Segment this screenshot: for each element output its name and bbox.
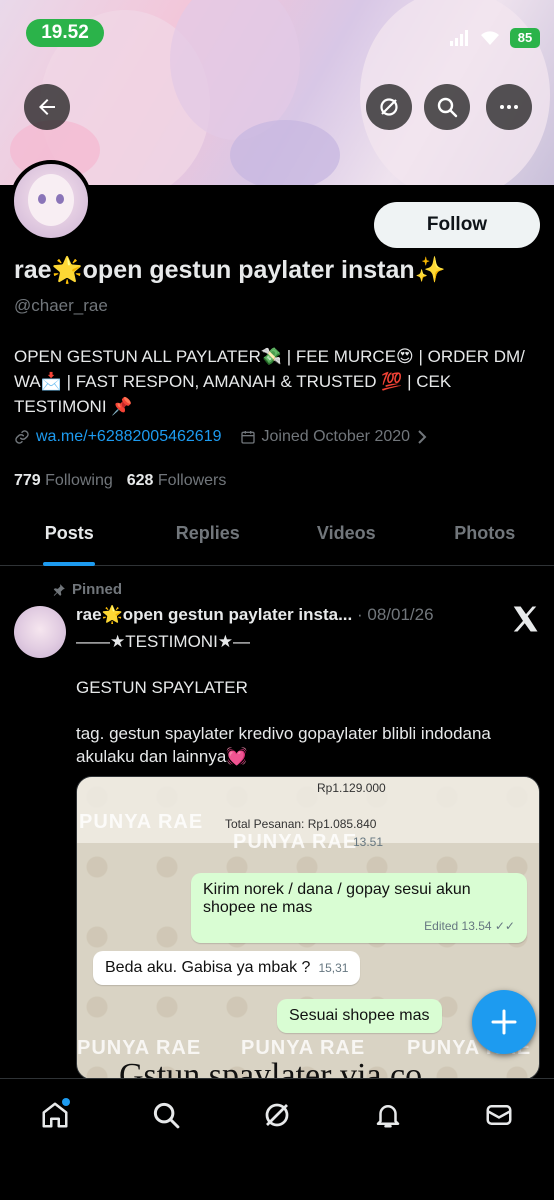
followers-label: Followers [157,472,227,489]
banner-art [230,120,340,185]
order-price: Rp1.129.000 [317,781,386,795]
message-text: Beda aku. Gabisa ya mbak ? [105,959,311,976]
message-incoming: Beda aku. Gabisa ya mbak ? 15,31 [93,951,361,985]
avatar-art [28,174,74,226]
message-text: Kirim norek / dana / gopay sesui akun sh… [203,881,471,916]
post-text: ——★TESTIMONI★— GESTUN SPAYLATER tag. ges… [76,630,544,791]
back-button[interactable] [24,84,70,130]
notification-dot [62,1097,71,1106]
profile-link[interactable]: wa.me/+62882005462619 [36,428,222,446]
plus-icon [491,1009,517,1035]
message-text: Sesuai shopee mas [289,1007,430,1024]
profile-meta: wa.me/+62882005462619 Joined October 202… [14,428,428,446]
profile-handle: @chaer_rae [14,296,108,315]
following-count: 779 [14,472,41,489]
watermark: PUNYA RAE [79,811,204,833]
nav-home[interactable] [30,1090,80,1140]
message-time: 13.51 [353,835,384,849]
search-icon [437,97,458,118]
followers-stat[interactable]: 628 Followers [127,472,227,490]
profile-bio: OPEN GESTUN ALL PAYLATER💸 | FEE MURCE😍 |… [14,347,525,416]
post-date: · 08/01/26 [356,605,434,624]
message-outgoing: Sesuai shopee mas [277,999,442,1033]
post-media[interactable]: Rp1.129.000 Total Pesanan: Rp1.085.840 1… [76,776,540,1080]
compose-button[interactable] [472,990,536,1054]
link-icon [15,430,29,444]
tab-posts[interactable]: Posts [0,510,139,565]
signal-icon [450,30,468,46]
tab-replies[interactable]: Replies [139,510,278,565]
message-time: 15,31 [318,961,349,975]
post-author[interactable]: rae🌟open gestun paylater insta... [76,605,352,624]
wifi-icon [481,31,499,45]
bell-icon [376,1104,400,1127]
message-meta: Edited 13.54 ✓✓ [424,919,515,933]
following-label: Following [45,472,113,489]
joined-date: Joined October 2020 [261,428,411,445]
post-header: rae🌟open gestun paylater insta... · 08/0… [76,605,434,625]
avatar-art [56,194,64,204]
post-avatar[interactable] [14,606,66,658]
profile-name: rae🌟open gestun paylater instan✨ [14,256,446,284]
nav-messages[interactable] [474,1090,524,1140]
follow-button[interactable]: Follow [374,202,540,248]
search-button[interactable] [424,84,470,130]
search-icon [154,1102,180,1128]
bottom-navigation [0,1078,554,1150]
followers-count: 628 [126,472,154,489]
nav-notifications[interactable] [363,1090,413,1140]
chevron-right-icon[interactable] [416,430,428,444]
profile-stats: 779 Following 628 Followers [14,472,226,490]
more-button[interactable] [486,84,532,130]
profile-tabs: Posts Replies Videos Photos [0,510,554,566]
profile-avatar[interactable] [10,160,92,242]
media-caption: Gstun spaylater via co [119,1057,423,1080]
status-icons: 85 [450,28,540,48]
system-nav-area [0,1150,554,1200]
message-outgoing: Kirim norek / dana / gopay sesui akun sh… [191,873,527,943]
grok-icon [265,1103,289,1126]
more-horizontal-icon [500,105,518,109]
tab-videos[interactable]: Videos [277,510,416,565]
grok-button[interactable] [366,84,412,130]
battery-indicator: 85 [510,28,540,48]
profile-banner: 19.52 85 [0,0,554,185]
nav-search[interactable] [141,1090,191,1140]
avatar-art [38,194,46,204]
grok-icon [380,98,398,116]
pinned-indicator: Pinned [52,581,122,598]
post-line: tag. gestun spaylater kredivo gopaylater… [76,724,491,766]
post-line: ——★TESTIMONI★— [76,632,251,651]
post-line: GESTUN SPAYLATER [76,678,248,697]
status-time: 19.52 [26,19,104,47]
pinned-label: Pinned [72,581,123,598]
watermark: PUNYA RAE [233,831,358,853]
pin-icon [53,583,65,596]
arrow-left-icon [39,99,55,115]
calendar-icon [240,431,255,444]
following-stat[interactable]: 779 Following [14,472,113,490]
mail-icon [486,1104,512,1125]
order-total: Total Pesanan: Rp1.085.840 [225,817,377,831]
nav-grok[interactable] [252,1090,302,1140]
tab-photos[interactable]: Photos [416,510,554,565]
